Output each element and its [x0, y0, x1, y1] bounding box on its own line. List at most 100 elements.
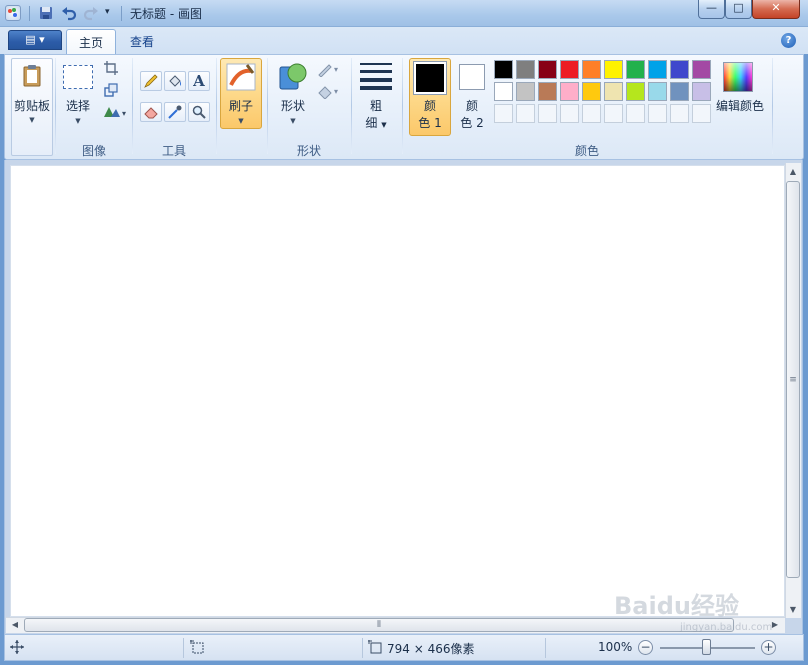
zoom-slider-thumb[interactable] — [702, 639, 711, 655]
color2-label-line1[interactable]: 颜 — [452, 97, 492, 114]
group-divider — [402, 58, 403, 154]
eraser-icon[interactable] — [140, 102, 162, 122]
palette-swatch[interactable] — [516, 82, 535, 101]
edit-colors-icon[interactable] — [723, 62, 753, 92]
drawing-canvas[interactable] — [10, 165, 785, 617]
color1-label-line2: 色 1 — [418, 116, 442, 130]
canvas-dimensions: 794 × 466像素 — [387, 642, 475, 656]
image-group-label: 图像 — [81, 144, 106, 158]
palette-empty-slot[interactable] — [648, 104, 667, 123]
palette-swatch[interactable] — [560, 82, 579, 101]
palette-empty-slot[interactable] — [494, 104, 513, 123]
palette-empty-slot[interactable] — [626, 104, 645, 123]
palette-swatch[interactable] — [670, 60, 689, 79]
watermark-url: jingyan.baidu.com — [680, 622, 773, 633]
zoom-in-button[interactable]: + — [761, 640, 776, 655]
scroll-up-icon[interactable]: ▲ — [786, 165, 800, 179]
palette-swatch[interactable] — [538, 60, 557, 79]
tab-view[interactable]: 查看 — [118, 29, 166, 54]
palette-swatch[interactable] — [538, 82, 557, 101]
brushes-label: 刷子 — [228, 99, 253, 113]
group-divider — [267, 58, 268, 154]
cursor-position-icon — [10, 640, 24, 654]
tab-home[interactable]: 主页 — [66, 29, 117, 54]
undo-icon[interactable] — [61, 5, 77, 21]
palette-swatch[interactable] — [692, 60, 711, 79]
help-icon[interactable]: ? — [781, 33, 796, 48]
group-divider — [132, 58, 133, 154]
scroll-left-icon[interactable]: ◀ — [8, 618, 22, 632]
palette-swatch[interactable] — [604, 60, 623, 79]
palette-swatch[interactable] — [692, 82, 711, 101]
text-tool-icon[interactable]: A — [188, 71, 210, 91]
status-divider — [545, 638, 546, 658]
maximize-button[interactable]: □ — [725, 0, 752, 19]
magnifier-icon[interactable] — [188, 102, 210, 122]
paint-app-icon[interactable] — [5, 5, 21, 21]
chevron-down-icon: ▼ — [75, 117, 81, 125]
palette-empty-slot[interactable] — [604, 104, 623, 123]
fill-bucket-icon[interactable] — [164, 71, 186, 91]
palette-swatch[interactable] — [648, 60, 667, 79]
palette-swatch[interactable] — [516, 60, 535, 79]
size-label-text: 细 — [365, 116, 378, 130]
select-icon[interactable] — [63, 65, 93, 89]
selection-size-icon — [190, 640, 204, 654]
palette-swatch[interactable] — [648, 82, 667, 101]
crop-icon[interactable] — [104, 61, 118, 75]
svg-text:▾: ▾ — [334, 87, 338, 96]
edit-colors-label[interactable]: 编辑颜色 — [712, 97, 768, 114]
rotate-icon[interactable]: ▾ — [102, 105, 128, 119]
resize-icon[interactable] — [104, 83, 118, 97]
size-label-line1[interactable]: 粗 — [356, 97, 396, 114]
vertical-scroll-thumb[interactable]: ≡ — [786, 181, 800, 578]
group-divider — [216, 58, 217, 154]
canvas-size-icon — [368, 640, 382, 654]
chevron-down-icon: ▼ — [381, 121, 387, 129]
palette-swatch[interactable] — [494, 82, 513, 101]
fill-icon[interactable]: ▾ — [317, 85, 343, 100]
chevron-down-icon: ▼ — [29, 116, 35, 124]
minimize-button[interactable]: — — [698, 0, 725, 19]
svg-text:▾: ▾ — [122, 109, 126, 118]
palette-swatch[interactable] — [582, 82, 601, 101]
palette-swatch[interactable] — [560, 60, 579, 79]
shapes-group-label: 形状 — [296, 144, 321, 158]
palette-empty-slot[interactable] — [582, 104, 601, 123]
clipboard-label: 剪贴板 — [13, 99, 50, 113]
customize-dropdown-icon[interactable]: ▾ — [105, 7, 110, 17]
select-label[interactable]: 选择 — [58, 97, 98, 114]
title-separator-2 — [121, 6, 122, 21]
line-size-icon[interactable] — [359, 62, 393, 90]
shapes-label[interactable]: 形状 — [272, 97, 314, 114]
size-label-line2[interactable]: 细 ▼ — [356, 114, 396, 131]
palette-empty-slot[interactable] — [538, 104, 557, 123]
color2-swatch[interactable] — [459, 64, 485, 90]
scroll-down-icon[interactable]: ▼ — [786, 603, 800, 617]
palette-swatch[interactable] — [670, 82, 689, 101]
palette-swatch[interactable] — [494, 60, 513, 79]
tools-group-label: 工具 — [161, 144, 186, 158]
group-divider — [55, 58, 56, 154]
clipboard-icon — [20, 63, 44, 87]
palette-empty-slot[interactable] — [560, 104, 579, 123]
color-picker-icon[interactable] — [164, 102, 186, 122]
palette-swatch[interactable] — [626, 60, 645, 79]
redo-icon[interactable] — [83, 5, 99, 21]
color2-label-line2[interactable]: 色 2 — [452, 114, 492, 131]
shapes-icon[interactable] — [278, 61, 308, 91]
palette-swatch[interactable] — [582, 60, 601, 79]
outline-icon[interactable]: ▾ — [317, 63, 343, 78]
title-separator — [29, 6, 30, 21]
app-menu-button[interactable]: ▤ ▾ — [8, 30, 62, 50]
zoom-out-button[interactable]: − — [638, 640, 653, 655]
palette-empty-slot[interactable] — [692, 104, 711, 123]
palette-empty-slot[interactable] — [670, 104, 689, 123]
palette-swatch[interactable] — [604, 82, 623, 101]
palette-swatch[interactable] — [626, 82, 645, 101]
palette-empty-slot[interactable] — [516, 104, 535, 123]
brush-icon — [225, 61, 257, 93]
close-button[interactable]: ✕ — [752, 0, 800, 19]
pencil-icon[interactable] — [140, 71, 162, 91]
save-icon[interactable] — [38, 5, 54, 21]
